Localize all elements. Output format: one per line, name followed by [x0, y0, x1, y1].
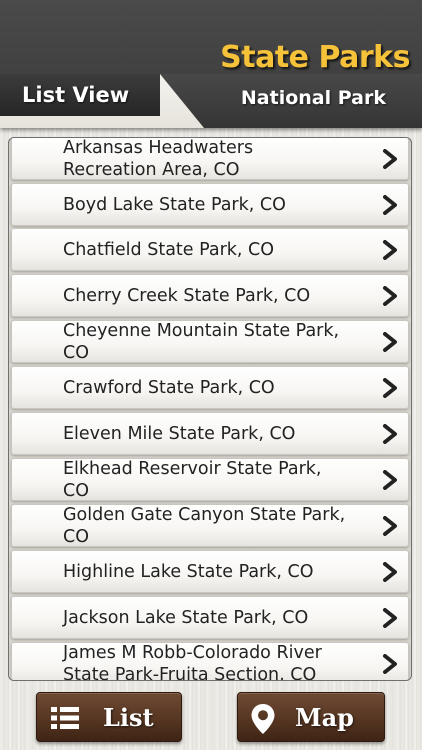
list-item-label: Jackson Lake State Park, CO — [63, 607, 309, 628]
list-item-label: James M Robb-Colorado River State Park-F… — [63, 642, 322, 681]
list-item[interactable]: Crawford State Park, CO — [11, 366, 409, 409]
list-item[interactable]: Golden Gate Canyon State Park, CO — [11, 504, 409, 547]
list-item[interactable]: Highline Lake State Park, CO — [11, 550, 409, 593]
chevron-right-icon — [383, 607, 397, 628]
chevron-right-icon — [383, 377, 397, 398]
list-item-label: Boyd Lake State Park, CO — [63, 194, 286, 215]
chevron-right-icon — [383, 423, 397, 444]
chevron-right-icon — [383, 285, 397, 306]
list-view-tab[interactable]: List View — [0, 74, 160, 116]
list-icon — [51, 707, 79, 729]
chevron-right-icon — [383, 561, 397, 582]
chevron-right-icon — [383, 469, 397, 490]
list-item[interactable]: Boyd Lake State Park, CO — [11, 183, 409, 226]
list-item[interactable]: Cheyenne Mountain State Park, CO — [11, 320, 409, 363]
map-button-label: Map — [295, 702, 354, 732]
list-button-label: List — [103, 702, 154, 732]
park-list: Arkansas Headwaters Recreation Area, CO … — [8, 137, 412, 681]
list-item[interactable]: Arkansas Headwaters Recreation Area, CO — [11, 137, 409, 180]
chevron-right-icon — [383, 331, 397, 352]
list-item-label: Elkhead Reservoir State Park, CO — [63, 458, 322, 501]
list-item-label: Chatfield State Park, CO — [63, 239, 275, 260]
list-item[interactable]: Elkhead Reservoir State Park, CO — [11, 458, 409, 501]
list-item[interactable]: Cherry Creek State Park, CO — [11, 274, 409, 317]
chevron-right-icon — [383, 653, 397, 674]
list-item[interactable]: Chatfield State Park, CO — [11, 228, 409, 271]
app-subtitle: National Park — [240, 87, 386, 109]
app-title: State Parks — [220, 40, 410, 75]
list-item-label: Cheyenne Mountain State Park, CO — [63, 320, 340, 363]
list-item-label: Arkansas Headwaters Recreation Area, CO — [63, 137, 254, 180]
list-item-label: Cherry Creek State Park, CO — [63, 285, 311, 306]
map-pin-icon — [251, 704, 275, 734]
list-button[interactable]: List — [36, 692, 182, 742]
list-item-label: Golden Gate Canyon State Park, CO — [63, 504, 346, 547]
list-item-label: Eleven Mile State Park, CO — [63, 423, 296, 444]
list-item-label: Crawford State Park, CO — [63, 377, 275, 398]
chevron-right-icon — [383, 515, 397, 536]
chevron-right-icon — [383, 239, 397, 260]
chevron-right-icon — [383, 148, 397, 169]
map-button[interactable]: Map — [237, 692, 385, 742]
list-item[interactable]: Eleven Mile State Park, CO — [11, 412, 409, 455]
list-item-label: Highline Lake State Park, CO — [63, 561, 314, 582]
chevron-right-icon — [383, 194, 397, 215]
list-item[interactable]: Jackson Lake State Park, CO — [11, 596, 409, 639]
list-item[interactable]: James M Robb-Colorado River State Park-F… — [11, 642, 409, 681]
